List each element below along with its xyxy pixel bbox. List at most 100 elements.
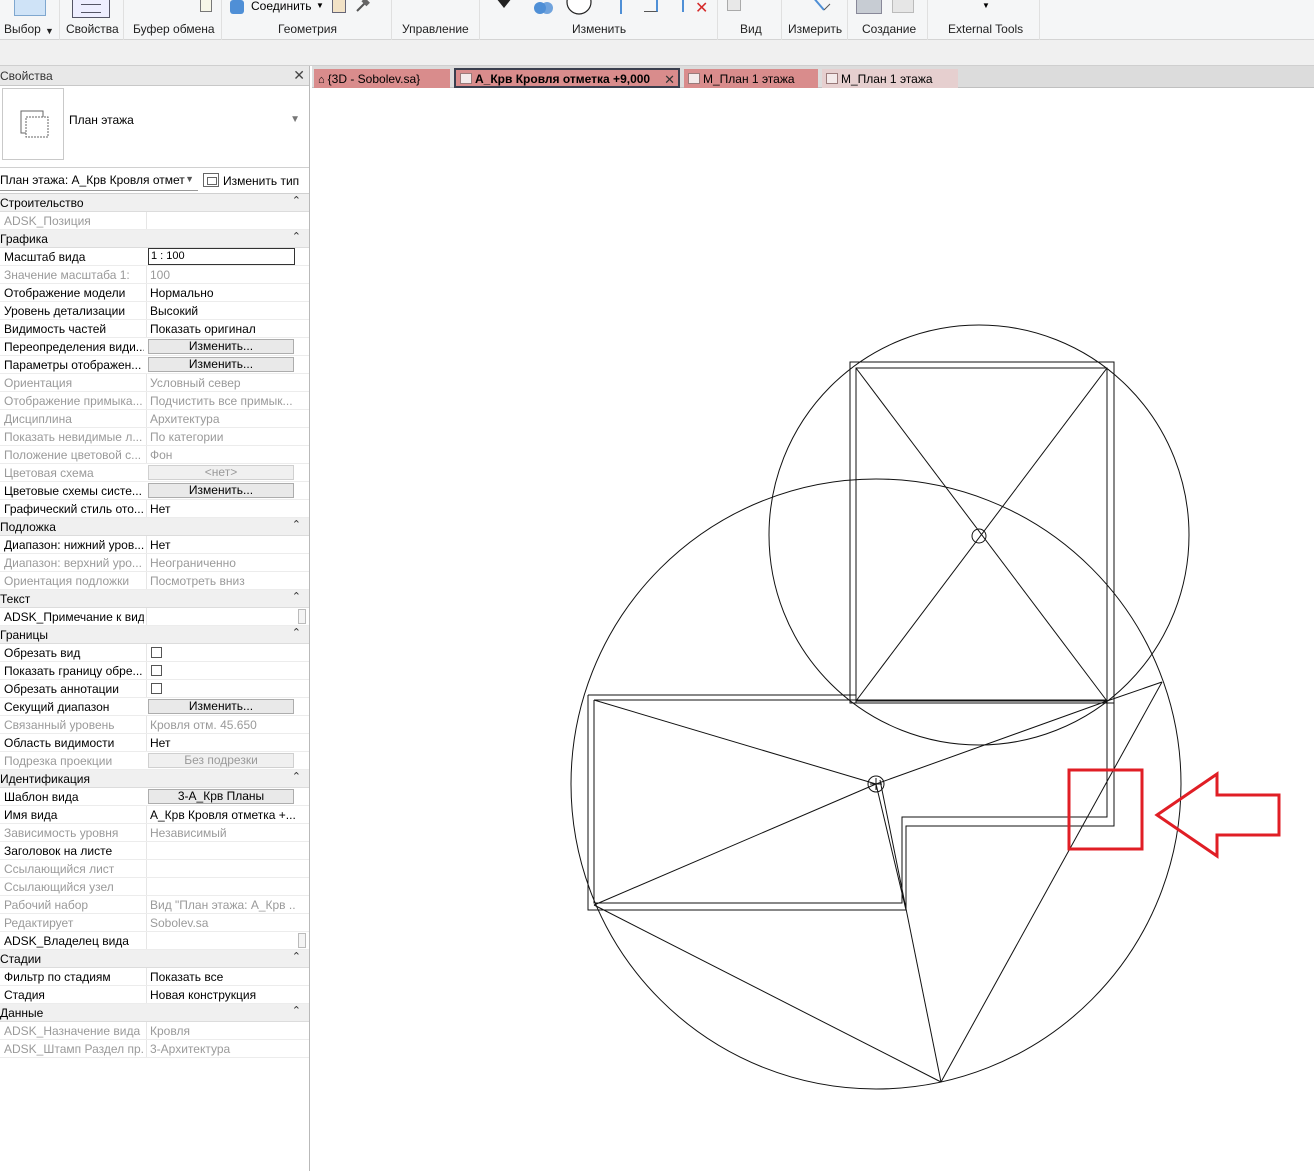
property-category[interactable]: Подложка ⌃ bbox=[0, 518, 309, 536]
property-category[interactable]: Идентификация ⌃ bbox=[0, 770, 309, 788]
chevron-down-icon[interactable]: ▼ bbox=[45, 26, 54, 36]
ribbon-group-measure[interactable]: Измерить bbox=[782, 0, 848, 40]
align-icon[interactable] bbox=[494, 0, 514, 15]
property-row: Редактирует Sobolev.sa bbox=[0, 914, 309, 932]
property-row: ADSK_Позиция bbox=[0, 212, 309, 230]
property-value[interactable]: Нормально bbox=[146, 284, 296, 301]
text-editor-icon[interactable] bbox=[298, 609, 306, 624]
property-value[interactable]: Высокий bbox=[146, 302, 296, 319]
property-category[interactable]: Графика ⌃ bbox=[0, 230, 309, 248]
property-edit-button[interactable]: 3-А_Крв Планы bbox=[148, 789, 294, 804]
collapse-icon[interactable]: ⌃ bbox=[292, 626, 301, 639]
property-category[interactable]: Стадии ⌃ bbox=[0, 950, 309, 968]
join-label[interactable]: Соединить bbox=[251, 0, 312, 13]
tab-3d-view[interactable]: ⌂ {3D - Sobolev.sa} bbox=[314, 69, 450, 88]
property-value[interactable]: Новая конструкция bbox=[146, 986, 296, 1003]
tab-floor-plan-1[interactable]: М_План 1 этажа bbox=[684, 69, 818, 88]
property-value-cell bbox=[146, 608, 296, 625]
property-edit-button[interactable]: Изменить... bbox=[148, 483, 294, 498]
chevron-down-icon[interactable]: ▼ bbox=[290, 114, 300, 125]
property-key: Диапазон: верхний уро... bbox=[4, 556, 142, 570]
cut-geometry-icon[interactable] bbox=[332, 0, 346, 13]
close-icon[interactable]: ✕ bbox=[664, 72, 675, 88]
delete-icon[interactable]: ✕ bbox=[695, 0, 708, 18]
property-row: Стадия Новая конструкция bbox=[0, 986, 309, 1004]
measure-icon[interactable] bbox=[808, 0, 832, 17]
property-row: Видимость частей Показать оригинал bbox=[0, 320, 309, 338]
property-category[interactable]: Границы ⌃ bbox=[0, 626, 309, 644]
options-bar bbox=[0, 40, 1314, 66]
collapse-icon[interactable]: ⌃ bbox=[292, 518, 301, 531]
type-selector[interactable]: План этажа ▼ bbox=[0, 86, 309, 168]
hammer-icon[interactable] bbox=[354, 0, 370, 14]
property-value[interactable]: Показать все bbox=[146, 968, 296, 985]
property-edit-button[interactable]: Изменить... bbox=[148, 357, 294, 372]
property-checkbox[interactable] bbox=[151, 665, 162, 676]
create-component-icon[interactable] bbox=[856, 0, 882, 14]
property-value-cell bbox=[146, 932, 296, 949]
small-circle[interactable] bbox=[768, 324, 1190, 746]
ribbon-group-properties[interactable]: Свойства bbox=[60, 0, 124, 40]
close-icon[interactable]: ✕ bbox=[293, 67, 305, 84]
category-label: Текст bbox=[0, 592, 31, 606]
join-icon bbox=[230, 0, 244, 14]
property-value[interactable]: Нет bbox=[146, 500, 296, 517]
offset-icon[interactable] bbox=[532, 0, 556, 19]
circle-icon[interactable] bbox=[565, 0, 593, 19]
ribbon-group-geometry[interactable]: Соединить ▼ Геометрия bbox=[222, 0, 392, 40]
text-editor-icon[interactable] bbox=[298, 933, 306, 948]
ribbon-group-control[interactable]: Управление bbox=[392, 0, 480, 40]
tab-roof-plan[interactable]: А_Крв Кровля отметка +9,000 ✕ bbox=[454, 68, 680, 88]
array-icon[interactable] bbox=[670, 0, 684, 12]
collapse-icon[interactable]: ⌃ bbox=[292, 770, 301, 783]
property-category[interactable]: Текст ⌃ bbox=[0, 590, 309, 608]
ribbon-group-clipboard[interactable]: Буфер обмена bbox=[124, 0, 222, 40]
ribbon-group-select[interactable]: Выбор ▼ bbox=[0, 0, 60, 40]
lower-outline-inner[interactable] bbox=[593, 699, 1108, 904]
property-checkbox[interactable] bbox=[151, 683, 162, 694]
edit-type-button[interactable]: Изменить тип bbox=[203, 171, 299, 191]
property-edit-button[interactable]: Изменить... bbox=[148, 339, 294, 354]
chevron-down-icon[interactable]: ▼ bbox=[982, 1, 990, 10]
ribbon-label-external: External Tools bbox=[948, 22, 1024, 36]
collapse-icon[interactable]: ⌃ bbox=[292, 950, 301, 963]
category-label: Графика bbox=[0, 232, 48, 246]
view-scale-input[interactable]: 1 : 100 bbox=[148, 248, 295, 265]
roof-plan-drawing[interactable] bbox=[312, 88, 1314, 1171]
chevron-down-icon[interactable]: ▼ bbox=[316, 1, 324, 10]
ribbon-group-view[interactable]: Вид bbox=[718, 0, 782, 40]
property-edit-button[interactable]: Изменить... bbox=[148, 699, 294, 714]
ribbon-group-external[interactable]: ▼ External Tools bbox=[928, 0, 1040, 40]
instance-selector[interactable]: План этажа: А_Крв Кровля отмет ▼ bbox=[0, 171, 198, 191]
property-row: Уровень детализации Высокий bbox=[0, 302, 309, 320]
property-category[interactable]: Строительство ⌃ bbox=[0, 194, 309, 212]
property-category[interactable]: Данные ⌃ bbox=[0, 1004, 309, 1022]
property-value[interactable] bbox=[146, 842, 296, 859]
property-value[interactable]: Нет bbox=[146, 734, 296, 751]
properties-title-bar[interactable]: Свойства ✕ bbox=[0, 66, 309, 86]
create-group-icon[interactable] bbox=[892, 0, 914, 13]
collapse-icon[interactable]: ⌃ bbox=[292, 590, 301, 603]
property-checkbox[interactable] bbox=[151, 647, 162, 658]
drawing-canvas[interactable] bbox=[312, 88, 1314, 1171]
property-row: Дисциплина Архитектура bbox=[0, 410, 309, 428]
property-value[interactable]: Показать оригинал bbox=[146, 320, 296, 337]
split-icon[interactable] bbox=[620, 0, 630, 14]
ribbon-group-modify[interactable]: ✕ Изменить bbox=[480, 0, 718, 40]
property-row: Цветовые схемы систе... Изменить... bbox=[0, 482, 309, 500]
collapse-icon[interactable]: ⌃ bbox=[292, 230, 301, 243]
property-value: 100 bbox=[146, 266, 296, 283]
property-row: Масштаб вида 1 : 100 bbox=[0, 248, 309, 266]
floor-plan-icon bbox=[688, 73, 700, 84]
collapse-icon[interactable]: ⌃ bbox=[292, 1004, 301, 1017]
property-value[interactable]: А_Крв Кровля отметка +... bbox=[146, 806, 296, 823]
ribbon-group-create[interactable]: Создание bbox=[848, 0, 928, 40]
property-key: Фильтр по стадиям bbox=[4, 970, 111, 984]
tab-floor-plan-2[interactable]: М_План 1 этажа bbox=[822, 69, 958, 88]
select-icon bbox=[14, 0, 46, 16]
hide-element-icon[interactable] bbox=[727, 0, 741, 11]
property-key: Заголовок на листе bbox=[4, 844, 113, 858]
property-value[interactable]: Нет bbox=[146, 536, 296, 553]
trim-icon[interactable] bbox=[644, 0, 658, 12]
collapse-icon[interactable]: ⌃ bbox=[292, 194, 301, 207]
